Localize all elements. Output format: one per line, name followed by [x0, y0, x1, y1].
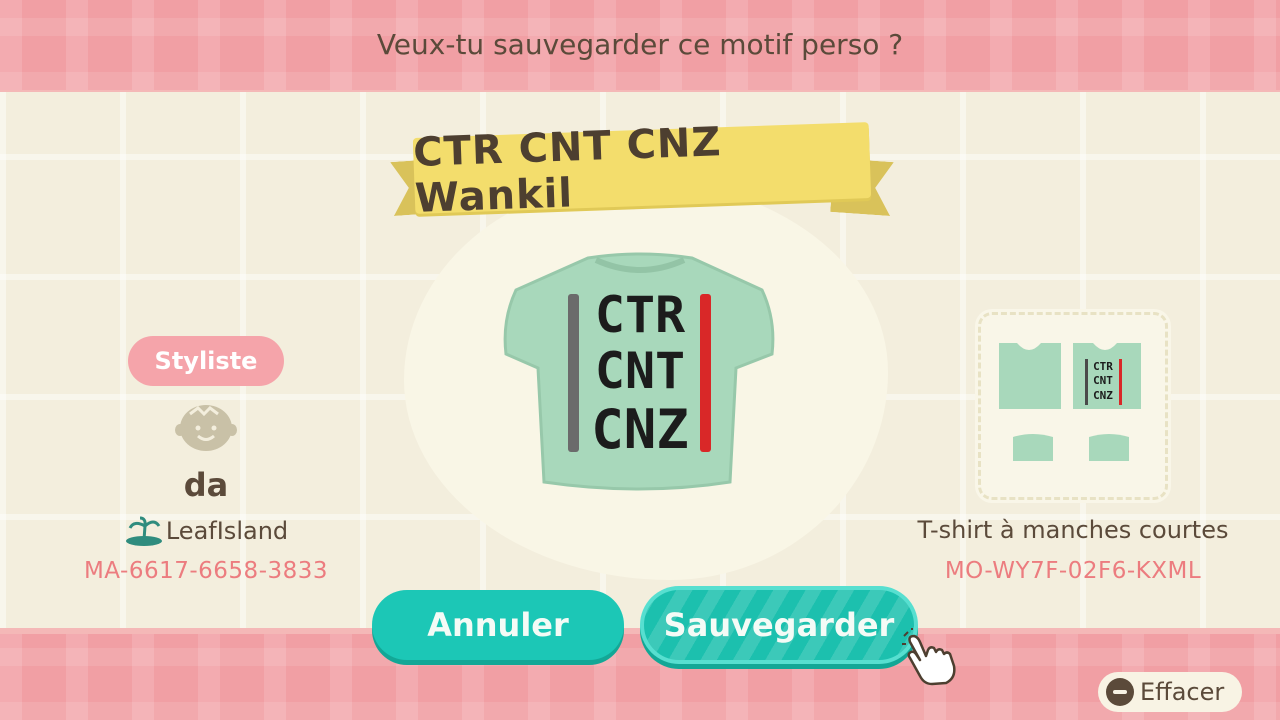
creator-name: da — [183, 466, 229, 504]
island-icon — [125, 516, 162, 546]
bottom-banner — [0, 628, 1280, 720]
island-name: LeafIsland — [165, 517, 289, 545]
save-button[interactable]: Sauvegarder — [644, 590, 914, 660]
minus-button-icon — [1106, 678, 1134, 706]
shirt-text-line-2: CNT — [595, 342, 685, 400]
pattern-layout-image: CTR CNT CNZ — [999, 343, 1141, 461]
title-ribbon: CTR CNT CNZ Wankil — [392, 119, 892, 222]
item-type-label: T-shirt à manches courtes — [917, 516, 1229, 544]
save-prompt: Veux-tu sauvegarder ce motif perso ? — [376, 28, 904, 61]
svg-text:CTR: CTR — [1093, 360, 1113, 373]
erase-button[interactable]: Effacer — [1098, 672, 1242, 712]
shirt-stripe-red — [700, 294, 711, 452]
design-title: CTR CNT CNZ Wankil — [412, 119, 723, 222]
avatar-icon — [175, 405, 237, 451]
hand-cursor-icon — [902, 628, 956, 686]
creator-role-badge: Styliste — [128, 336, 284, 386]
cancel-button[interactable]: Annuler — [372, 590, 624, 660]
ribbon-body: CTR CNT CNZ Wankil — [413, 119, 872, 222]
shirt-text-line-3: CNZ — [591, 398, 689, 461]
erase-label: Effacer — [1140, 678, 1225, 706]
island-row: LeafIsland — [100, 516, 312, 546]
svg-text:CNZ: CNZ — [1093, 389, 1113, 402]
shirt-text-line-1: CTR — [595, 286, 686, 344]
shirt-preview: CTR CNT CNZ — [503, 252, 775, 491]
creator-code: MA-6617-6658-3833 — [83, 558, 329, 584]
svg-text:CNT: CNT — [1093, 374, 1113, 387]
shirt-stripe-gray — [568, 294, 579, 452]
pattern-layout-preview: CTR CNT CNZ — [978, 312, 1168, 500]
design-code: MO-WY7F-02F6-KXML — [944, 558, 1202, 584]
